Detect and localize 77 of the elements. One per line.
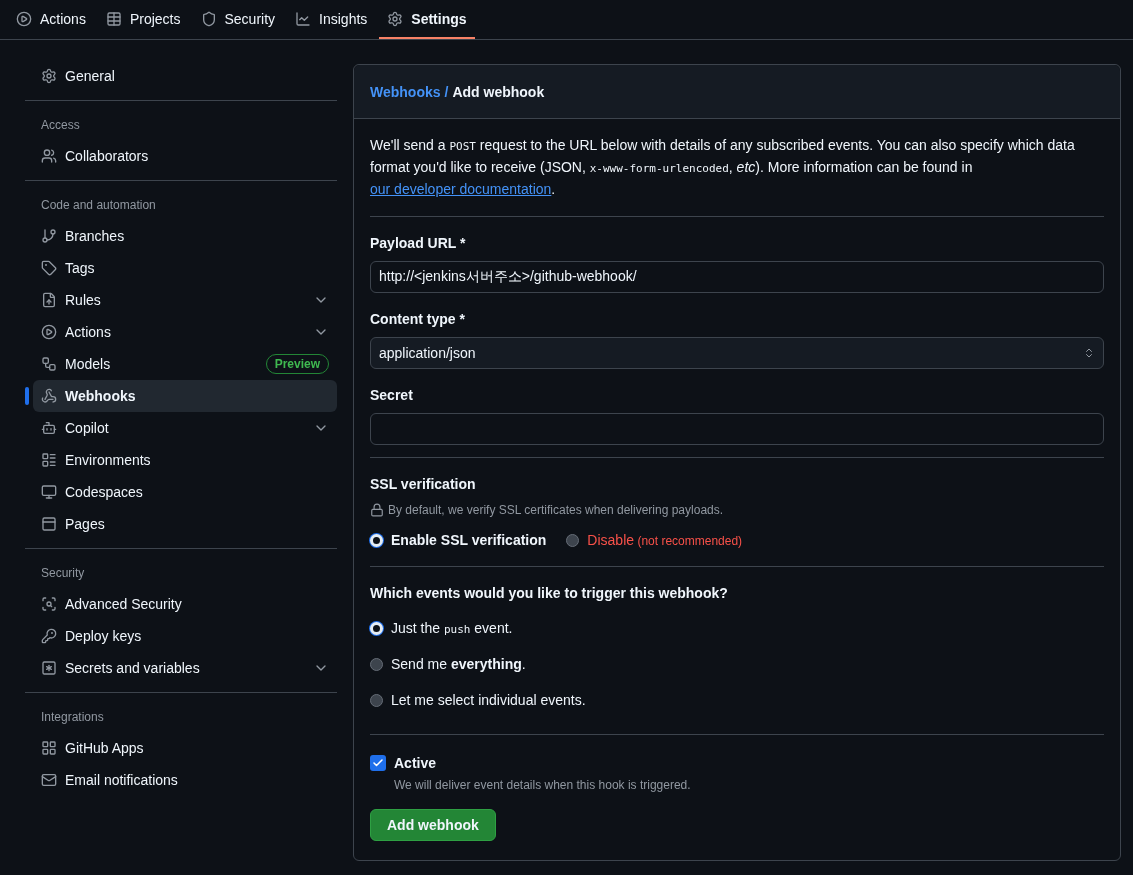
sidebar-item[interactable]: Secrets and variables	[33, 652, 337, 684]
checkbox[interactable]	[370, 755, 386, 771]
sidebar-item[interactable]: Codespaces	[33, 476, 337, 508]
people-icon	[41, 148, 57, 164]
table-icon	[105, 10, 122, 27]
payload-url-input[interactable]: http://<jenkins서버주소>/github-webhook/	[370, 261, 1104, 293]
mail-icon	[41, 772, 57, 788]
shield-icon	[200, 10, 217, 27]
section-heading: Integrations	[40, 709, 105, 725]
field-label: Content type *	[370, 310, 465, 329]
active-indicator	[25, 387, 29, 405]
nav-tab[interactable]: Security	[192, 0, 284, 39]
checkbox-hint: We will deliver event details when this hook is triggered.	[394, 777, 691, 793]
sidebar-item[interactable]: Branches	[33, 220, 337, 252]
sidebar-item[interactable]: Copilot	[33, 412, 337, 444]
shield-search-icon	[41, 596, 57, 612]
nav-tab[interactable]: Settings	[379, 0, 475, 39]
breadcrumb-separator: /	[444, 82, 449, 102]
browser-icon	[41, 516, 57, 532]
sidebar-item[interactable]: Models Preview	[33, 348, 337, 380]
radio-button[interactable]	[370, 693, 383, 707]
gear-icon	[387, 10, 404, 27]
add-webhook-button[interactable]: Add webhook	[370, 809, 496, 841]
secret-input[interactable]	[370, 413, 1104, 445]
sidebar-item[interactable]: Pages	[33, 508, 337, 540]
radio-button[interactable]	[566, 533, 580, 547]
sidebar-item[interactable]: Advanced Security	[33, 588, 337, 620]
section-heading: Code and automation	[40, 197, 157, 213]
tag-icon	[41, 260, 57, 276]
select-arrows-icon	[1083, 347, 1095, 359]
key-icon	[41, 628, 57, 644]
radio-label: Let me select individual events.	[391, 691, 586, 710]
content-type-select[interactable]: application/json	[370, 337, 1104, 369]
grid-icon	[41, 740, 57, 756]
section-heading: Access	[40, 117, 81, 133]
radio-button[interactable]	[370, 657, 383, 671]
sidebar-item[interactable]: Deploy keys	[33, 620, 337, 652]
gear-icon	[41, 68, 57, 84]
ssl-hint: By default, we verify SSL certificates when delivering payloads.	[388, 502, 724, 518]
field-label: Secret	[370, 386, 413, 405]
check-icon	[372, 757, 384, 769]
sidebar-item[interactable]: Rules	[33, 284, 337, 316]
webhook-icon	[41, 388, 57, 404]
sidebar-item[interactable]: Webhooks	[33, 380, 337, 412]
lock-icon	[370, 503, 384, 517]
section-heading: SSL verification	[370, 475, 476, 494]
list-icon	[41, 452, 57, 468]
section-heading: Which events would you like to trigger this webhook?	[370, 584, 728, 603]
radio-label: Enable SSL verification	[391, 531, 547, 550]
radio-label: Send me everything.	[391, 655, 526, 674]
nav-tab[interactable]: Actions	[8, 0, 94, 39]
sidebar-item[interactable]: Email notifications	[33, 764, 337, 796]
branch-icon	[41, 228, 57, 244]
sidebar-item[interactable]: General	[33, 60, 337, 92]
radio-label: Just the push event.	[391, 619, 513, 638]
asterisk-icon	[41, 660, 57, 676]
breadcrumb-link[interactable]: Webhooks	[370, 81, 441, 102]
radio-label: Disable (not recommended)	[587, 531, 743, 550]
sidebar-item[interactable]: Tags	[33, 252, 337, 284]
page-title: Add webhook	[452, 82, 545, 102]
robot-icon	[41, 420, 57, 436]
sidebar-item[interactable]: Collaborators	[33, 140, 337, 172]
nav-tab[interactable]: Insights	[287, 0, 376, 39]
checkbox-label: Active	[394, 754, 437, 773]
play-circle-icon	[41, 324, 57, 340]
sidebar-item[interactable]: GitHub Apps	[33, 732, 337, 764]
monitor-icon	[41, 484, 57, 500]
nav-tab[interactable]: Projects	[97, 0, 189, 39]
file-arrow-icon	[41, 292, 57, 308]
sidebar-item[interactable]: Actions	[33, 316, 337, 348]
sidebar-item[interactable]: Environments	[33, 444, 337, 476]
description-text: We'll send a POST request to the URL below with details of any subscribed events. You can also specify which data format you'd like to receive (JSON, x-www-form-urlencoded, etc). More information can be found in our developer documentation.	[370, 137, 1075, 197]
nodes-icon	[41, 356, 57, 372]
play-circle-icon	[16, 10, 32, 27]
field-label: Payload URL *	[370, 234, 466, 253]
line-chart-icon	[295, 10, 312, 27]
section-heading: Security	[40, 565, 86, 581]
